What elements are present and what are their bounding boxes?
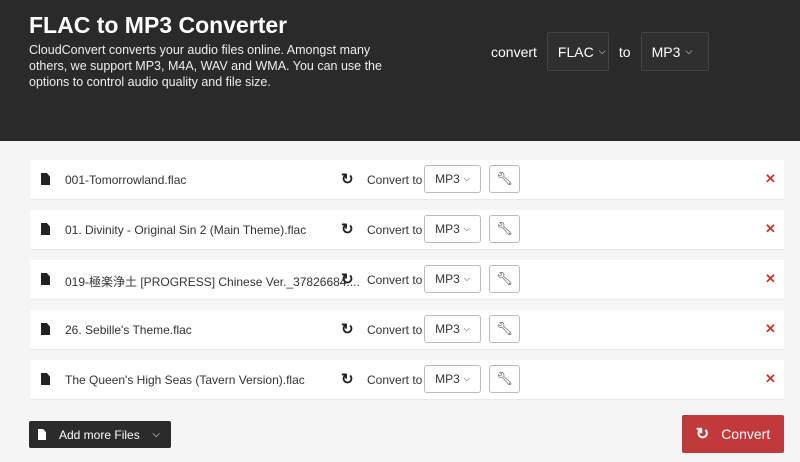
file-row: 001-Tomorrowland.flac ↻ Convert to MP3 ⌵ … — [30, 160, 784, 200]
file-row: 01. Divinity - Original Sin 2 (Main Them… — [30, 210, 784, 250]
file-row: 26. Sebille's Theme.flac ↻ Convert to MP… — [30, 310, 784, 350]
from-format-value: FLAC — [557, 43, 594, 60]
close-icon[interactable]: ✕ — [765, 171, 776, 187]
chevron-down-icon: ⌵ — [463, 274, 470, 283]
format-selector: convert FLAC ⌵ to MP3 ⌵ — [491, 32, 709, 71]
output-format-select[interactable]: MP3 ⌵ — [424, 265, 481, 293]
wrench-icon[interactable]: 🔧︎ — [489, 215, 520, 243]
file-name: 019-極楽浄土 [PROGRESS] Chinese Ver._3782668… — [65, 275, 360, 289]
file-row: The Queen's High Seas (Tavern Version).f… — [30, 360, 784, 400]
file-name: 26. Sebille's Theme.flac — [65, 323, 192, 337]
wrench-icon[interactable]: 🔧︎ — [489, 165, 520, 193]
output-format-select[interactable]: MP3 ⌵ — [424, 365, 481, 393]
wrench-icon[interactable]: 🔧︎ — [489, 365, 520, 393]
convert-to-label: Convert to — [367, 323, 423, 337]
file-icon — [41, 373, 50, 385]
refresh-icon: ↻ — [341, 321, 354, 338]
output-format-select[interactable]: MP3 ⌵ — [424, 215, 481, 243]
convert-to-label: Convert to — [367, 223, 423, 237]
refresh-icon: ↻ — [341, 371, 354, 388]
file-plus-icon — [38, 429, 46, 440]
refresh-icon: ↻ — [341, 171, 354, 188]
format-value: MP3 — [435, 272, 460, 286]
file-icon — [41, 273, 50, 285]
to-format-select[interactable]: MP3 ⌵ — [640, 32, 709, 71]
chevron-down-icon: ⌵ — [463, 174, 470, 183]
header: FLAC to MP3 Converter CloudConvert conve… — [0, 0, 800, 141]
chevron-down-icon: ⌵ — [463, 374, 470, 383]
file-name: 01. Divinity - Original Sin 2 (Main Them… — [65, 223, 307, 237]
close-icon[interactable]: ✕ — [765, 321, 776, 337]
output-format-select[interactable]: MP3 ⌵ — [424, 315, 481, 343]
close-icon[interactable]: ✕ — [765, 221, 776, 237]
add-more-files-button[interactable]: Add more Files ⌵ — [29, 421, 171, 448]
to-label: to — [618, 43, 631, 60]
convert-label: Convert — [721, 426, 771, 442]
chevron-down-icon: ⌵ — [685, 46, 693, 56]
to-format-value: MP3 — [651, 43, 681, 60]
convert-to-label: Convert to — [367, 273, 423, 287]
convert-label: convert — [491, 43, 537, 60]
chevron-down-icon: ⌵ — [463, 324, 470, 333]
format-value: MP3 — [435, 372, 460, 386]
convert-button[interactable]: ↻ Convert — [682, 415, 784, 453]
add-files-label: Add more Files — [59, 427, 140, 442]
close-icon[interactable]: ✕ — [765, 371, 776, 387]
file-row: 019-極楽浄土 [PROGRESS] Chinese Ver._3782668… — [30, 260, 784, 300]
chevron-down-icon: ⌵ — [598, 46, 606, 56]
format-value: MP3 — [435, 222, 460, 236]
file-icon — [41, 223, 50, 235]
page-description: CloudConvert converts your audio files o… — [29, 43, 382, 89]
format-value: MP3 — [435, 322, 460, 336]
refresh-icon: ↻ — [695, 426, 710, 443]
refresh-icon: ↻ — [341, 271, 354, 288]
refresh-icon: ↻ — [341, 221, 354, 238]
close-icon[interactable]: ✕ — [765, 271, 776, 287]
file-icon — [41, 173, 50, 185]
convert-to-label: Convert to — [367, 173, 423, 187]
convert-to-label: Convert to — [367, 373, 423, 387]
file-name: The Queen's High Seas (Tavern Version).f… — [65, 373, 305, 387]
file-icon — [41, 323, 50, 335]
output-format-select[interactable]: MP3 ⌵ — [424, 165, 481, 193]
file-name: 001-Tomorrowland.flac — [65, 173, 187, 187]
chevron-down-icon[interactable]: ⌵ — [152, 429, 160, 440]
from-format-select[interactable]: FLAC ⌵ — [546, 32, 609, 71]
wrench-icon[interactable]: 🔧︎ — [489, 315, 520, 343]
chevron-down-icon: ⌵ — [463, 224, 470, 233]
format-value: MP3 — [435, 172, 460, 186]
page-title: FLAC to MP3 Converter — [29, 12, 288, 38]
wrench-icon[interactable]: 🔧︎ — [489, 265, 520, 293]
